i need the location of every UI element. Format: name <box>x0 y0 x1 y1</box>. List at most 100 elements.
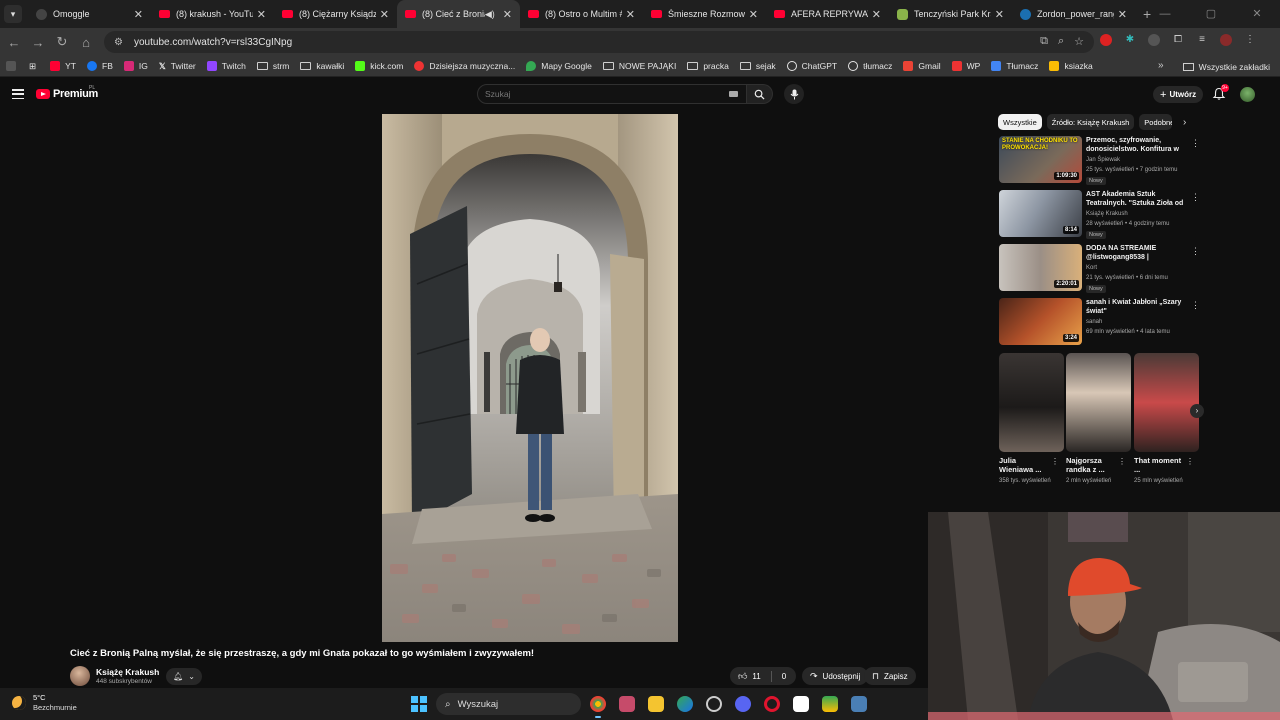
weather-widget[interactable]: 5°C Bezchmurnie <box>12 693 77 713</box>
bookmark-twitter[interactable]: 𝕏 Twitter <box>159 61 196 72</box>
close-window-button[interactable]: ✕ <box>1234 0 1280 28</box>
bookmark-folder-sejak[interactable]: sejak <box>739 61 776 71</box>
chevron-right-icon[interactable]: › <box>1190 404 1204 418</box>
bookmark-chatgpt[interactable]: ChatGPT <box>786 61 837 71</box>
forward-button[interactable]: → <box>26 35 50 50</box>
video-player[interactable] <box>382 114 678 642</box>
site-info-icon[interactable]: ⚙ <box>114 37 126 48</box>
chevron-right-icon[interactable]: › <box>1183 117 1186 128</box>
chip-similar[interactable]: Podobne <box>1139 114 1173 130</box>
dislike-count[interactable]: 0 <box>782 672 786 681</box>
bookmark-fb[interactable]: FB <box>87 61 113 71</box>
back-button[interactable]: ← <box>2 35 26 50</box>
close-icon[interactable]: ✕ <box>749 8 758 21</box>
bookmark-star-icon[interactable]: ☆ <box>1074 35 1084 48</box>
thumbs-up-icon[interactable]: 👍︎ <box>738 671 747 682</box>
video-thumbnail[interactable]: 8:14 <box>999 190 1082 237</box>
more-actions-icon[interactable]: ⋮ <box>1118 457 1126 466</box>
sidebar-toggle-icon[interactable] <box>6 61 21 71</box>
more-actions-icon[interactable]: ⋮ <box>1191 246 1200 257</box>
share-button[interactable]: ↷ Udostępnij <box>802 667 869 685</box>
short-item[interactable]: That moment ... 25 mln wyświetleń ⋮ <box>1134 353 1199 485</box>
keyboard-icon[interactable] <box>729 91 738 97</box>
short-item[interactable]: Julia Wieniawa ... 358 tys. wyświetleń ⋮ <box>999 353 1064 485</box>
extension-icon[interactable]: ✱ <box>1124 34 1136 46</box>
avatar[interactable] <box>1240 87 1255 102</box>
create-button[interactable]: + Utwórz <box>1153 86 1204 103</box>
more-actions-icon[interactable]: ⋮ <box>1186 457 1194 466</box>
subscription-notification-button[interactable]: 🔔︎ ⌄ <box>166 668 202 685</box>
more-actions-icon[interactable]: ⋮ <box>1191 192 1200 203</box>
start-button[interactable] <box>411 696 427 712</box>
bookmark-google-translate[interactable]: Tłumacz <box>991 61 1038 71</box>
profile-icon[interactable] <box>1220 34 1232 46</box>
notifications-button[interactable]: 9+ <box>1212 84 1229 101</box>
close-icon[interactable]: ✕ <box>257 8 266 21</box>
search-input[interactable]: Szukaj <box>477 84 747 104</box>
bookmark-ksiazka[interactable]: ksiazka <box>1049 61 1093 71</box>
zoom-icon[interactable]: ⌕ <box>1058 35 1064 48</box>
extensions-puzzle-icon[interactable]: ⧠ <box>1172 34 1184 46</box>
bookmark-folder-pajaki[interactable]: NOWE PAJĄKI <box>602 61 676 71</box>
bookmark-wp[interactable]: WP <box>951 61 980 71</box>
browser-tab[interactable]: AFERA REPRYWATYZ ✕ <box>766 0 889 28</box>
youtube-logo[interactable]: Premium PL <box>36 85 98 100</box>
app-icon[interactable] <box>619 696 635 712</box>
speaker-icon[interactable]: ◀) <box>485 9 495 20</box>
bookmark-twitch[interactable]: Twitch <box>206 61 246 71</box>
short-thumbnail[interactable] <box>999 353 1064 452</box>
bookmark-folder-strm[interactable]: strm <box>256 61 289 71</box>
bookmark-maps[interactable]: Mapy Google <box>526 61 592 71</box>
install-app-icon[interactable]: ⧉ <box>1040 35 1048 48</box>
bookmark-yt[interactable]: YT <box>50 61 76 71</box>
more-actions-icon[interactable]: ⋮ <box>1191 138 1200 149</box>
record-extension-icon[interactable] <box>1100 34 1112 46</box>
voice-search-button[interactable] <box>784 84 804 104</box>
address-bar[interactable]: ⚙ youtube.com/watch?v=rsl33CgINpg ⧉ ⌕ ☆ <box>104 31 1094 53</box>
bookmark-folder-pracka[interactable]: pracka <box>687 61 729 71</box>
bookmark-tlumacz[interactable]: tłumacz <box>848 61 892 71</box>
recommendation-item[interactable]: 2:20:01 DODA NA STREAMIE @listwogang8538… <box>999 244 1200 294</box>
save-button[interactable]: ⊓ Zapisz <box>864 667 916 685</box>
browser-tab[interactable]: Omoggle ✕ <box>28 0 151 28</box>
chip-all[interactable]: Wszystkie <box>998 114 1042 130</box>
close-icon[interactable]: ✕ <box>872 8 881 21</box>
maximize-button[interactable]: ▢ <box>1188 0 1234 28</box>
search-button[interactable] <box>747 84 773 104</box>
vpn-icon[interactable] <box>677 696 693 712</box>
browser-tab[interactable]: (8) krakush - YouTub ✕ <box>151 0 274 28</box>
browser-tab[interactable]: Śmieszne Rozmowy ✕ <box>643 0 766 28</box>
browser-tab[interactable]: (8) Ciężarny Ksiądz E ✕ <box>274 0 397 28</box>
taskbar-search-input[interactable]: ⌕ Wyszukaj <box>436 693 581 715</box>
home-button[interactable]: ⌂ <box>74 35 98 50</box>
file-explorer-icon[interactable] <box>648 696 664 712</box>
calculator-icon[interactable] <box>851 696 867 712</box>
short-item[interactable]: Najgorsza randka z ... 2 mln wyświetleń … <box>1066 353 1131 485</box>
browser-tab[interactable]: Tenczyński Park Kraj ✕ <box>889 0 1012 28</box>
more-actions-icon[interactable]: ⋮ <box>1191 300 1200 311</box>
settings-icon[interactable] <box>706 696 722 712</box>
tab-search-menu-button[interactable]: ▾ <box>4 5 22 23</box>
close-icon[interactable]: ✕ <box>503 8 512 21</box>
apps-grid-icon[interactable]: ⊞ <box>29 61 36 72</box>
all-bookmarks-button[interactable]: Wszystkie zakładki <box>1182 56 1270 77</box>
more-actions-icon[interactable]: ⋮ <box>1051 457 1059 466</box>
bookmark-folder-kawalki[interactable]: kawałki <box>300 61 344 71</box>
bookmark-music[interactable]: Dzisiejsza muzyczna... <box>414 61 515 71</box>
close-icon[interactable]: ✕ <box>380 8 389 21</box>
chip-source[interactable]: Źródło: Książę Krakush <box>1046 114 1135 130</box>
document-icon[interactable] <box>793 696 809 712</box>
opera-icon[interactable] <box>764 696 780 712</box>
close-icon[interactable]: ✕ <box>134 8 143 21</box>
recommendation-item[interactable]: 3:24 sanah i Kwiat Jabłoni „Szary świat"… <box>999 298 1200 348</box>
close-icon[interactable]: ✕ <box>626 8 635 21</box>
minimize-button[interactable]: — <box>1142 0 1188 28</box>
bookmark-kick[interactable]: kick.com <box>355 61 403 71</box>
short-thumbnail[interactable] <box>1134 353 1199 452</box>
video-thumbnail[interactable]: 3:24 <box>999 298 1082 345</box>
app-icon[interactable] <box>822 696 838 712</box>
chrome-icon[interactable] <box>590 696 606 718</box>
channel-avatar[interactable] <box>70 666 90 686</box>
media-control-icon[interactable]: ≡ <box>1196 34 1208 46</box>
short-thumbnail[interactable] <box>1066 353 1131 452</box>
